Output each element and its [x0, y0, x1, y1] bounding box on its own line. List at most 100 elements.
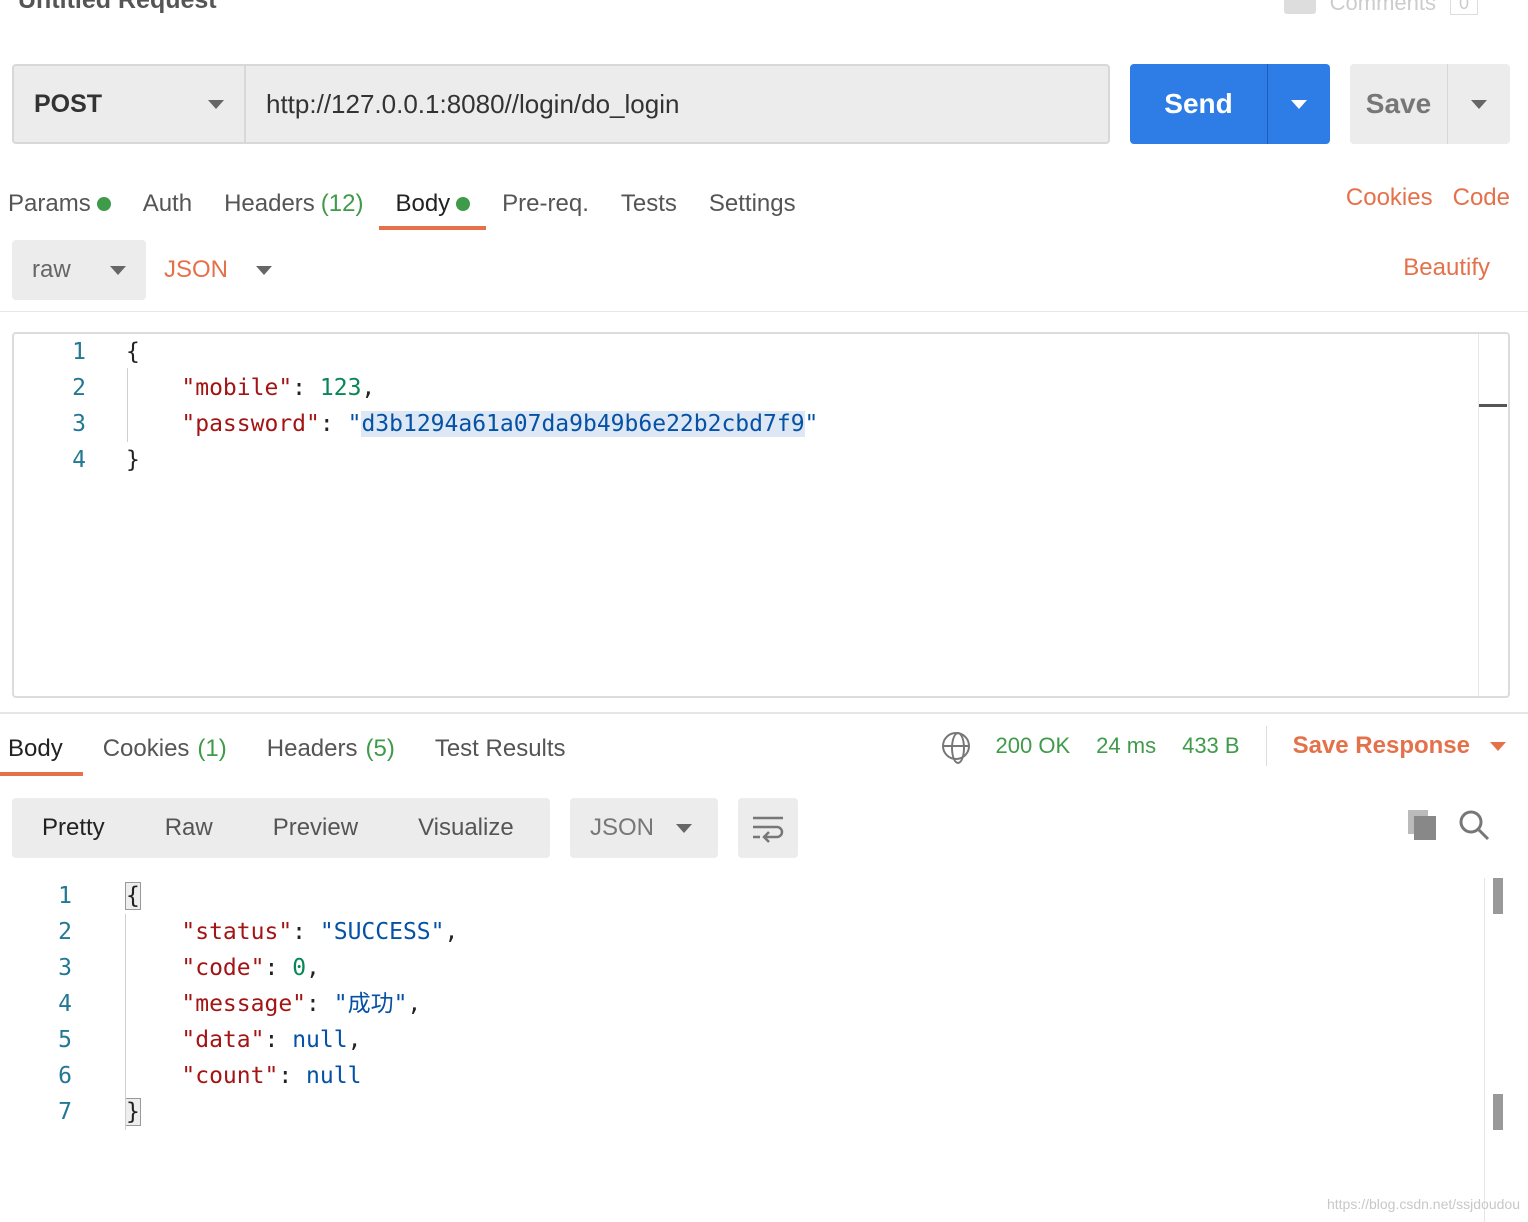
code-line: 4 "message": "成功",	[0, 986, 1528, 1022]
json-value: "成功"	[333, 991, 408, 1017]
code-text: }	[126, 447, 140, 473]
line-number: 2	[72, 375, 86, 401]
request-links: Cookies Code	[1346, 178, 1510, 218]
save-response-label: Save Response	[1292, 732, 1470, 759]
request-body-editor[interactable]: 1 { 2 "mobile": 123, 3 "password": "d3b1…	[12, 332, 1510, 698]
json-key: "count"	[181, 1063, 279, 1089]
comments-button[interactable]: Comments 0	[1283, 0, 1478, 16]
code-text: "password": "d3b1294a61a07da9b49b6e22b2c…	[181, 411, 819, 437]
tab-label: Params	[8, 190, 91, 217]
globe-icon[interactable]	[941, 732, 970, 764]
tab-test-results[interactable]: Test Results	[415, 722, 586, 776]
chevron-down-icon	[256, 265, 273, 275]
tab-headers[interactable]: Headers (12)	[208, 178, 379, 230]
beautify-link[interactable]: Beautify	[1403, 254, 1490, 282]
body-language-select[interactable]: JSON	[164, 240, 273, 300]
method-label: POST	[34, 89, 103, 118]
tab-response-cookies[interactable]: Cookies (1)	[83, 722, 247, 776]
mode-visualize[interactable]: Visualize	[388, 798, 544, 858]
wrap-lines-button[interactable]	[738, 798, 798, 858]
line-number: 5	[58, 1027, 72, 1053]
code-text: "status": "SUCCESS",	[181, 919, 459, 945]
response-status-bar: 200 OK 24 ms 433 B Save Response	[941, 724, 1506, 768]
divider	[0, 311, 1528, 312]
url-input[interactable]: http://127.0.0.1:8080//login/do_login	[244, 64, 1110, 144]
mode-pretty[interactable]: Pretty	[12, 798, 135, 858]
status-dot-icon	[96, 197, 111, 211]
editor-scrollbar[interactable]	[1478, 334, 1508, 696]
code-line: 7 }	[0, 1094, 1528, 1130]
body-mode-label: raw	[32, 256, 71, 283]
tab-label: Body	[395, 190, 451, 217]
body-language-label: JSON	[164, 256, 229, 283]
divider	[1265, 726, 1267, 766]
send-button-group[interactable]: Send	[1130, 64, 1330, 144]
json-key: "password"	[181, 411, 320, 437]
tab-tests[interactable]: Tests	[605, 178, 693, 230]
code-line: 1 {	[0, 878, 1528, 914]
copy-icon[interactable]	[1406, 808, 1438, 842]
tab-label: Pre-req.	[502, 190, 589, 217]
code-line: 3 "code": 0,	[0, 950, 1528, 986]
tab-label: Auth	[142, 190, 193, 217]
save-options-dropdown[interactable]	[1448, 99, 1510, 109]
code-line: 1 {	[14, 334, 1508, 370]
send-options-dropdown[interactable]	[1268, 99, 1330, 109]
response-scrollbar[interactable]	[1484, 878, 1514, 1222]
save-button[interactable]: Save	[1350, 64, 1448, 144]
scroll-marker	[1479, 404, 1507, 407]
json-comma: ,	[306, 955, 320, 981]
json-value: null	[306, 1063, 362, 1089]
response-size[interactable]: 433 B	[1182, 733, 1240, 759]
cookies-link[interactable]: Cookies	[1346, 184, 1433, 212]
search-icon[interactable]	[1458, 808, 1490, 842]
json-comma: ,	[407, 991, 422, 1017]
tab-response-headers[interactable]: Headers (5)	[247, 722, 415, 776]
method-select[interactable]: POST	[12, 64, 244, 144]
tab-auth[interactable]: Auth	[127, 178, 208, 230]
tab-count: (5)	[365, 735, 395, 762]
line-number: 6	[58, 1063, 72, 1089]
mode-preview[interactable]: Preview	[243, 798, 388, 858]
json-key: "mobile"	[181, 375, 293, 401]
line-number: 4	[72, 447, 86, 473]
tab-label: Body	[8, 735, 63, 762]
code-link[interactable]: Code	[1453, 184, 1510, 212]
response-language-select[interactable]: JSON	[570, 798, 718, 858]
response-tabs: Body Cookies (1) Headers (5) Test Result…	[0, 722, 586, 776]
code-line: 3 "password": "d3b1294a61a07da9b49b6e22b…	[14, 406, 1508, 442]
json-value-selected: d3b1294a61a07da9b49b6e22b2cbd7f9	[361, 411, 805, 437]
save-response-button[interactable]: Save Response	[1293, 732, 1506, 760]
tab-label: Headers	[224, 190, 315, 217]
body-mode-select[interactable]: raw	[12, 240, 146, 300]
scroll-thumb[interactable]	[1493, 878, 1503, 914]
tab-params[interactable]: Params	[8, 178, 127, 230]
tab-count: (12)	[320, 190, 364, 217]
send-button[interactable]: Send	[1130, 64, 1268, 144]
comments-label: Comments	[1329, 0, 1436, 15]
chevron-down-icon	[676, 823, 692, 833]
save-button-group[interactable]: Save	[1350, 64, 1510, 144]
status-dot-icon	[456, 197, 471, 211]
code-line: 6 "count": null	[0, 1058, 1528, 1094]
code-line: 2 "mobile": 123,	[14, 370, 1508, 406]
line-number: 3	[58, 955, 72, 981]
tab-pre-request[interactable]: Pre-req.	[486, 178, 605, 230]
code-text: "code": 0,	[181, 955, 320, 981]
tab-count: (1)	[197, 735, 227, 762]
response-time[interactable]: 24 ms	[1096, 733, 1156, 759]
tab-response-body[interactable]: Body	[0, 722, 83, 776]
response-body-viewer[interactable]: 1 { 2 "status": "SUCCESS", 3 "code": 0, …	[0, 878, 1528, 1222]
tab-settings[interactable]: Settings	[693, 178, 812, 230]
json-comma: ,	[444, 919, 459, 945]
code-line: 4 }	[14, 442, 1508, 478]
tab-body[interactable]: Body	[379, 178, 486, 230]
code-text: {	[126, 339, 140, 365]
request-title[interactable]: Untitled Request	[18, 0, 217, 15]
status-code[interactable]: 200 OK	[996, 733, 1071, 759]
json-key: "status"	[181, 919, 293, 945]
mode-raw[interactable]: Raw	[135, 798, 243, 858]
chevron-down-icon	[1291, 99, 1307, 109]
tab-label: Settings	[708, 190, 796, 217]
line-number: 1	[72, 339, 86, 365]
